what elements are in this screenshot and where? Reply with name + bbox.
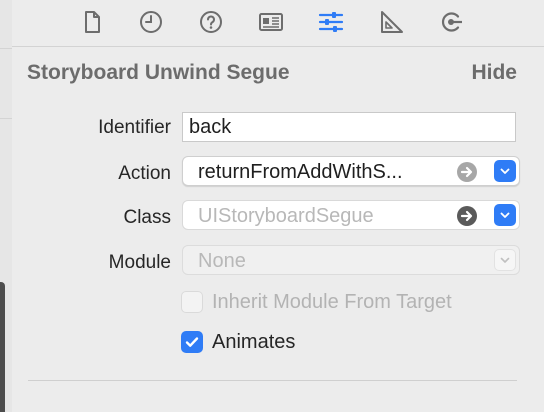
chevron-down-icon	[500, 168, 510, 174]
checkmark-icon	[185, 337, 199, 347]
connections-inspector-tab[interactable]	[433, 4, 469, 40]
class-placeholder: UIStoryboardSegue	[198, 205, 374, 227]
arrow-right-circle-icon	[457, 162, 477, 182]
inherit-module-checkbox[interactable]	[181, 291, 203, 313]
identifier-field[interactable]: back	[182, 112, 516, 142]
animates-label: Animates	[212, 330, 296, 353]
navigate-to-class-button[interactable]	[457, 206, 477, 226]
scroll-knob[interactable]	[0, 282, 5, 412]
attributes-inspector-tab[interactable]	[313, 4, 349, 40]
clock-icon	[140, 11, 162, 33]
arrow-right-circle-icon	[457, 206, 477, 226]
pane-separator	[0, 118, 12, 119]
class-label: Class	[123, 207, 171, 228]
action-label: Action	[118, 163, 171, 184]
identifier-label: Identifier	[98, 117, 171, 138]
identity-inspector-tab[interactable]	[253, 4, 289, 40]
module-placeholder: None	[198, 250, 246, 272]
attributes-inspector: Storyboard Unwind Segue Hide Identifier …	[12, 0, 544, 412]
inspector-tab-bar	[12, 0, 544, 47]
action-value: returnFromAddWithS...	[198, 161, 403, 183]
animates-row[interactable]: Animates	[181, 330, 295, 354]
connections-icon	[441, 12, 462, 32]
pane-separator	[0, 48, 12, 49]
ruler-icon	[381, 11, 403, 33]
section-title: Storyboard Unwind Segue	[27, 61, 290, 84]
class-combo-box[interactable]: UIStoryboardSegue	[182, 200, 520, 230]
inherit-module-label: Inherit Module From Target	[212, 290, 452, 313]
inherit-module-row[interactable]: Inherit Module From Target	[181, 290, 452, 314]
file-inspector-tab[interactable]	[74, 4, 110, 40]
module-combo-box[interactable]: None	[182, 245, 520, 275]
help-inspector-tab[interactable]	[193, 4, 229, 40]
section-divider	[28, 380, 517, 381]
sliders-icon	[318, 12, 344, 32]
identity-card-icon	[259, 13, 283, 31]
module-dropdown-button[interactable]	[494, 249, 516, 271]
animates-checkbox[interactable]	[181, 331, 203, 353]
question-icon	[200, 11, 222, 33]
chevron-down-icon	[500, 212, 510, 218]
action-dropdown-button[interactable]	[494, 160, 516, 182]
hide-section-button[interactable]: Hide	[471, 61, 517, 87]
file-icon	[85, 11, 100, 33]
action-combo-box[interactable]: returnFromAddWithS...	[182, 156, 520, 186]
history-inspector-tab[interactable]	[133, 4, 169, 40]
class-dropdown-button[interactable]	[494, 204, 516, 226]
module-label: Module	[108, 252, 171, 273]
chevron-down-icon	[500, 257, 510, 263]
navigate-to-action-button[interactable]	[457, 162, 477, 182]
size-inspector-tab[interactable]	[373, 4, 409, 40]
